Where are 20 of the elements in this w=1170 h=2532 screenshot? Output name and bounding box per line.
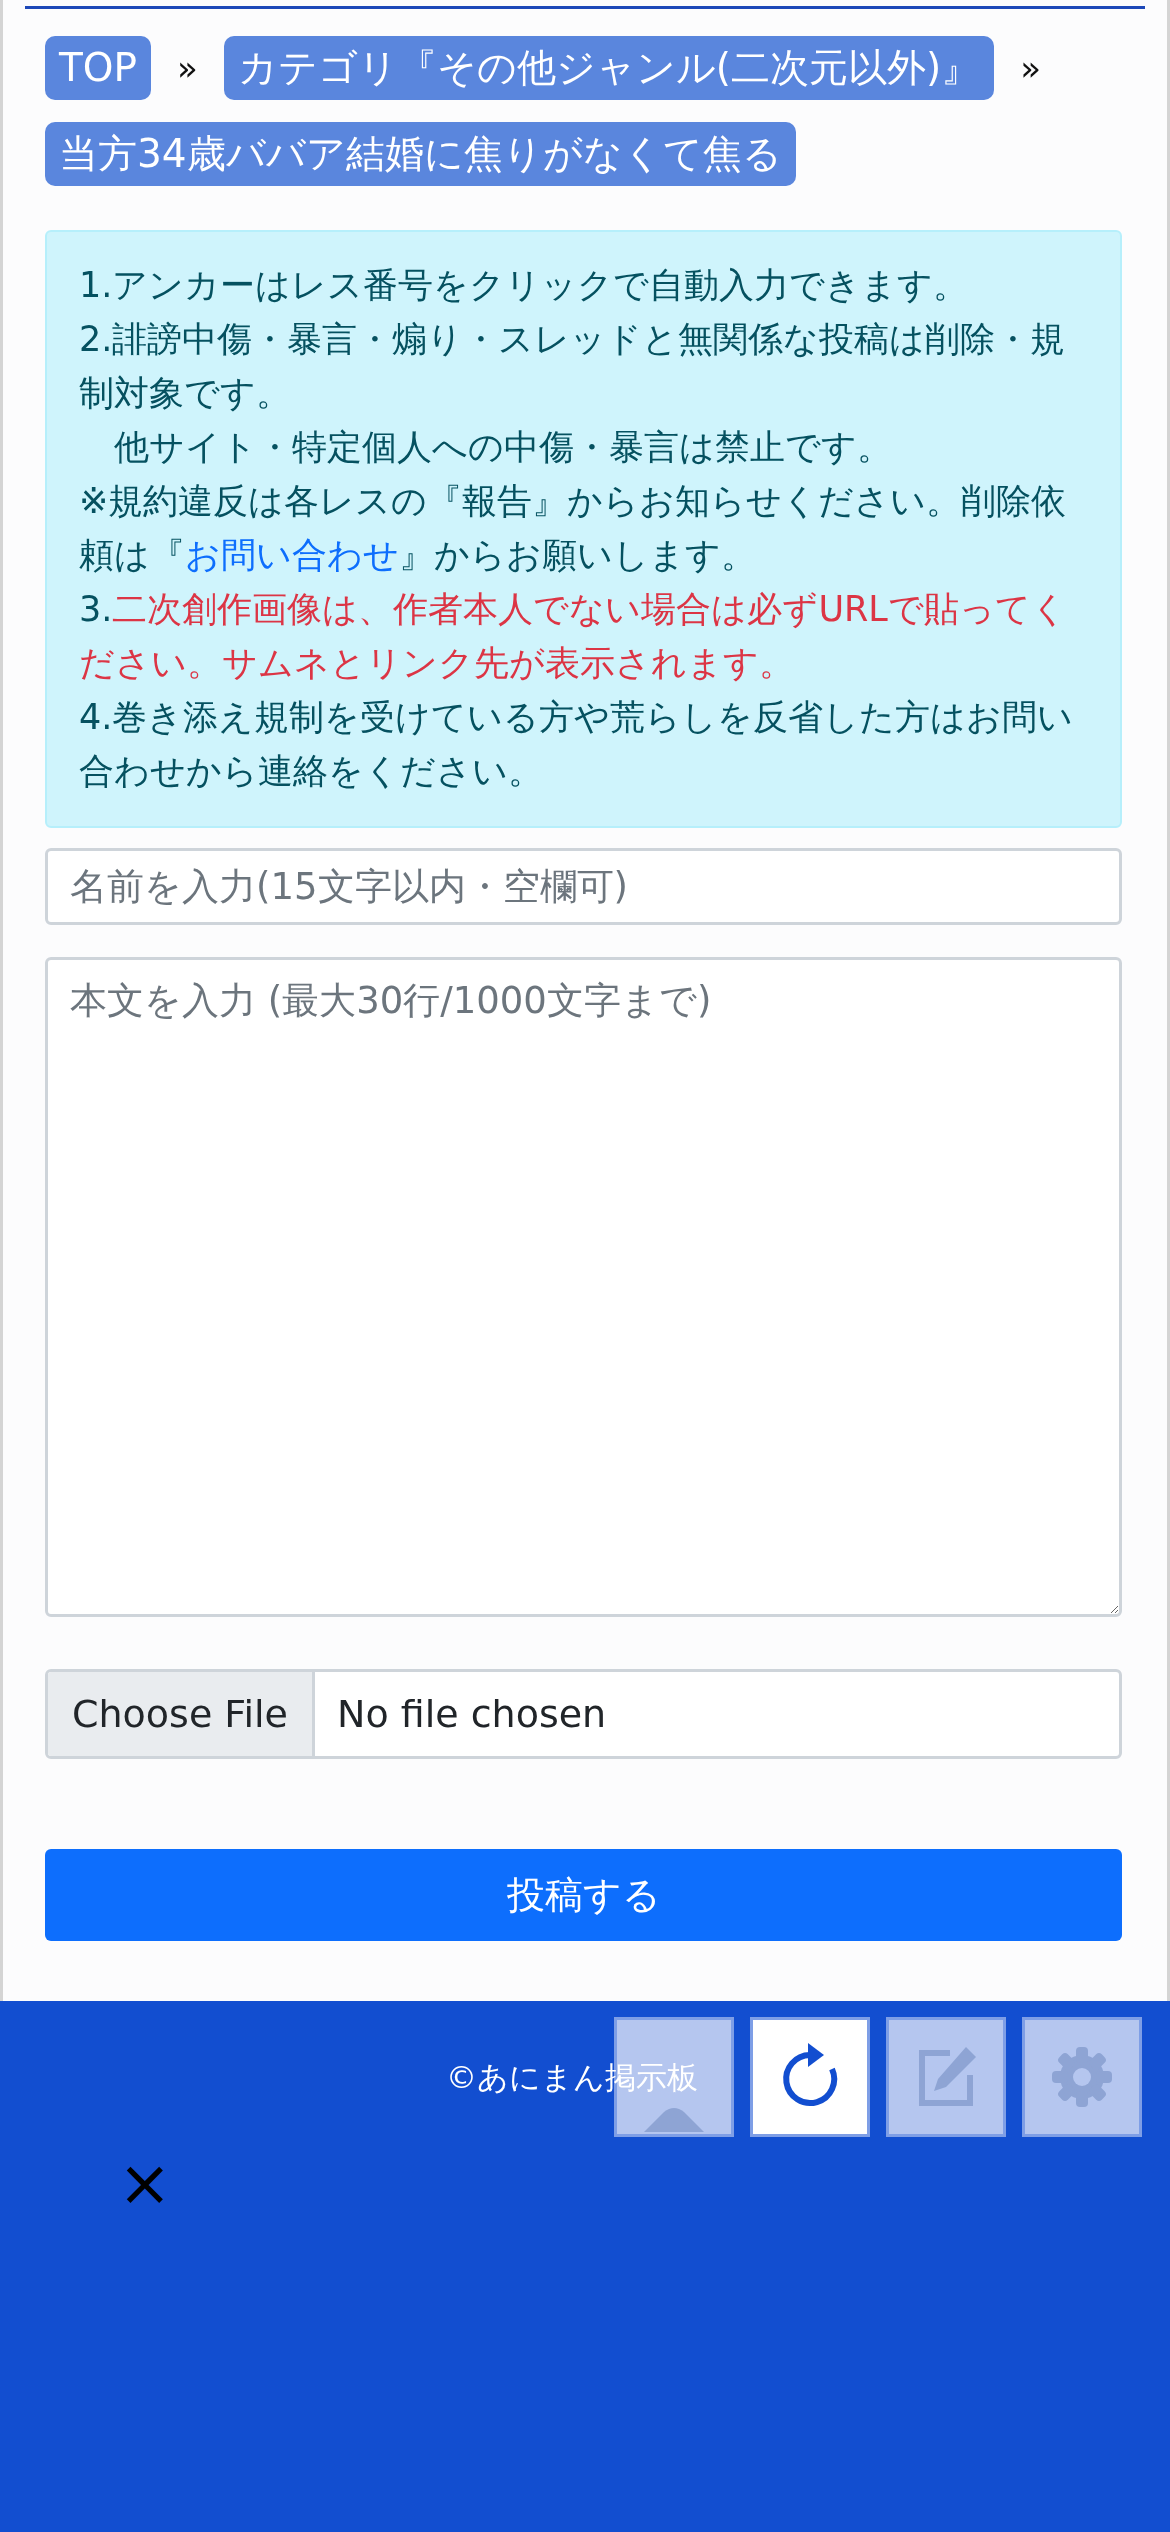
notice-text: 1.アンカーはレス番号をクリックで自動入力できます。 — [79, 264, 970, 307]
submit-button[interactable]: 投稿する — [45, 1849, 1122, 1941]
breadcrumb-link[interactable]: カテゴリ『その他ジャンル(二次元以外)』 — [223, 36, 995, 100]
notice-text: ※規約違反は各レスの『報告』からお知らせください。削除依頼は『お問い合わせ』からお願いします。 — [79, 480, 1068, 577]
notice-text: 2.誹謗中傷・暴言・煽り・スレッドと無関係な投稿は削除・規制対象です。 — [79, 318, 1067, 415]
breadcrumb-separator: » — [177, 48, 198, 88]
choose-file-button[interactable]: Choose File — [48, 1672, 315, 1756]
close-button[interactable]: × — [118, 2151, 172, 2215]
notice-text: 3.二次創作画像は、作者本人でない場合は必ずURLで貼ってください。サムネとリンク先が表示されます。 — [79, 588, 1068, 685]
body-field[interactable]: 本文を入力 (最大30行/1000文字まで) — [45, 957, 1122, 1617]
breadcrumb-link[interactable]: TOP — [45, 36, 152, 100]
notice-text: 他サイト・特定個人への中傷・暴言は禁止です。 — [113, 426, 893, 469]
notice-text: 4.巻き添え規制を受けている方や荒らしを反省した方はお問い合わせから連絡をください。 — [79, 696, 1075, 793]
breadcrumb-separator: » — [1020, 48, 1042, 88]
name-field[interactable]: 名前を入力(15文字以内・空欄可) — [45, 848, 1122, 925]
file-status: No file chosen — [335, 1691, 608, 1738]
reload-button[interactable] — [750, 2017, 870, 2137]
contact-link[interactable]: お問い合わせ — [185, 535, 399, 575]
mound-icon — [644, 2106, 704, 2132]
breadcrumb-link[interactable]: 当方34歳ババア結婚に焦りがなくて焦る — [45, 122, 796, 186]
